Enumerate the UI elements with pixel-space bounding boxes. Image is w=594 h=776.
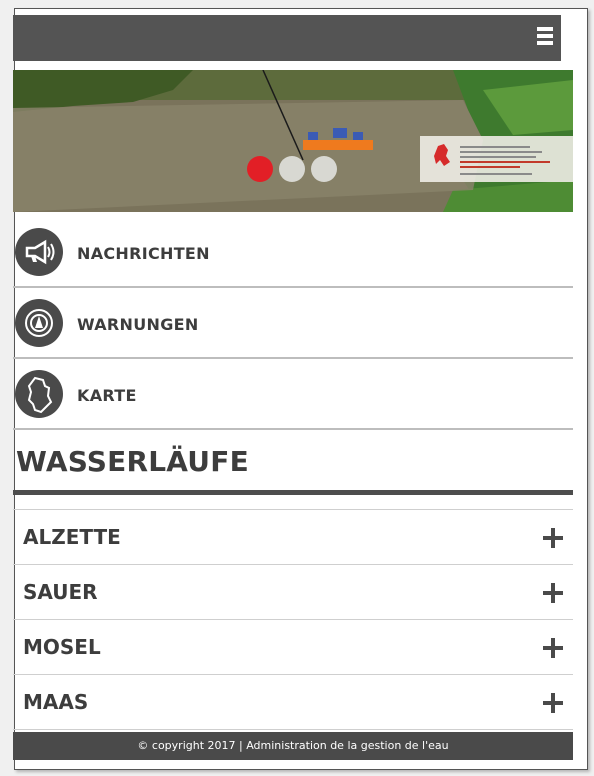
alarm-icon bbox=[15, 299, 63, 347]
map-outline-icon bbox=[15, 370, 63, 418]
river-item-sauer[interactable]: SAUER bbox=[13, 565, 573, 620]
carousel-dots bbox=[247, 156, 337, 182]
river-label: ALZETTE bbox=[23, 525, 121, 549]
plus-icon[interactable] bbox=[543, 583, 563, 603]
hero-banner bbox=[13, 70, 573, 212]
carousel-dot-1[interactable] bbox=[247, 156, 273, 182]
river-item-alzette[interactable]: ALZETTE bbox=[13, 510, 573, 565]
hamburger-menu-icon[interactable] bbox=[537, 27, 553, 47]
plus-icon[interactable] bbox=[543, 528, 563, 548]
section-title-wasserlaeufe: WASSERLÄUFE bbox=[16, 445, 249, 478]
government-logo bbox=[420, 136, 573, 182]
carousel-dot-2[interactable] bbox=[279, 156, 305, 182]
nav-item-nachrichten[interactable]: NACHRICHTEN bbox=[13, 222, 573, 288]
nav-label-nachrichten: NACHRICHTEN bbox=[77, 244, 210, 263]
river-label: MAAS bbox=[23, 690, 89, 714]
river-item-maas[interactable]: MAAS bbox=[13, 675, 573, 730]
top-bar bbox=[13, 15, 561, 61]
nav-item-warnungen[interactable]: WARNUNGEN bbox=[13, 293, 573, 359]
carousel-dot-3[interactable] bbox=[311, 156, 337, 182]
river-item-mosel[interactable]: MOSEL bbox=[13, 620, 573, 675]
nav-label-warnungen: WARNUNGEN bbox=[77, 315, 199, 334]
footer-copyright: © copyright 2017 | Administration de la … bbox=[13, 732, 573, 760]
river-label: MOSEL bbox=[23, 635, 101, 659]
section-divider bbox=[13, 490, 573, 495]
megaphone-icon bbox=[15, 228, 63, 276]
nav-label-karte: KARTE bbox=[77, 386, 137, 405]
river-label: SAUER bbox=[23, 580, 98, 604]
nav-item-karte[interactable]: KARTE bbox=[13, 364, 573, 430]
plus-icon[interactable] bbox=[543, 693, 563, 713]
plus-icon[interactable] bbox=[543, 638, 563, 658]
